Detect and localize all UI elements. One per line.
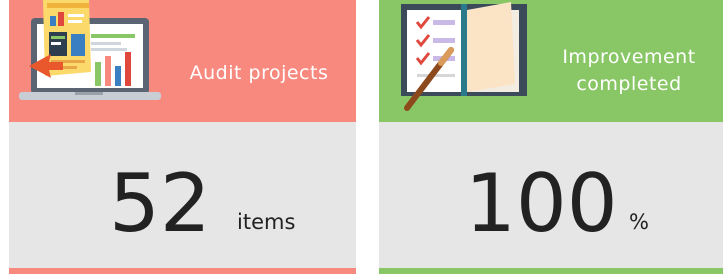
improvement-bottom-accent: [379, 268, 723, 274]
improvement-header: Improvement completed: [379, 0, 723, 122]
audit-value-panel: 52 items: [9, 122, 356, 268]
audit-projects-card: Audit projects 52 items: [9, 0, 356, 274]
improvement-unit: %: [629, 210, 649, 234]
improvement-header-label: Improvement completed: [562, 46, 696, 95]
improvement-percent: 100: [465, 157, 618, 250]
notebook-checklist-icon: [401, 2, 527, 111]
audit-unit: items: [237, 210, 296, 234]
audit-bottom-accent: [9, 268, 356, 274]
improvement-value-panel: 100 %: [379, 122, 723, 268]
audit-header: Audit projects: [9, 0, 356, 122]
audit-count: 52: [109, 157, 211, 250]
improvement-completed-card: Improvement completed 100 %: [379, 0, 723, 274]
laptop-report-icon: [19, 0, 161, 100]
audit-header-label: Audit projects: [189, 62, 329, 84]
